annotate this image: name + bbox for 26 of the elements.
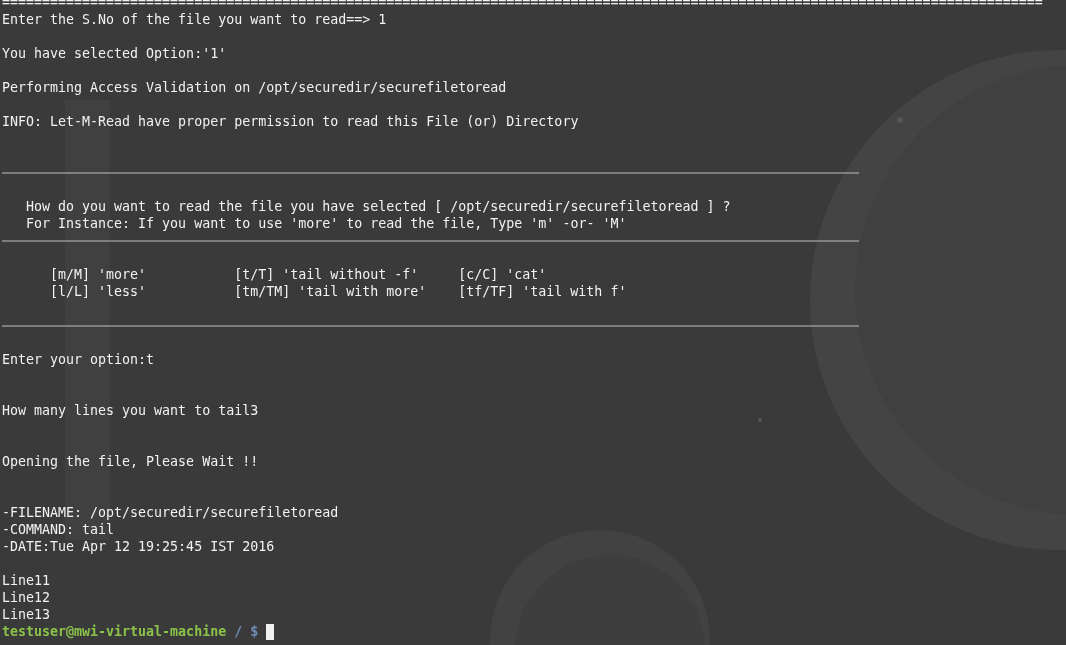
prompt-symbol: $ xyxy=(250,623,259,640)
terminal-line: Opening the file, Please Wait !! xyxy=(2,453,259,470)
option-text: [l/L] 'less' xyxy=(50,284,147,299)
terminal-line: -DATE:Tue Apr 12 19:25:45 IST 2016 xyxy=(2,538,275,555)
terminal-line: Line13 xyxy=(2,606,51,623)
terminal-line: How many lines you want to tail3 xyxy=(2,402,259,419)
option-text: [tm/TM] 'tail with more' xyxy=(234,284,427,299)
option-text: [tf/TF] 'tail with f' xyxy=(458,284,627,299)
terminal-line: How do you want to read the file you have selected [ /opt/securedir/securefiletoread ] ? xyxy=(26,198,731,215)
terminal-line: For Instance: If you want to use 'more' to read the file, Type 'm' -or- 'M' xyxy=(26,215,627,232)
terminal-line: ================================================================================================================================== xyxy=(2,0,1043,11)
prompt-path: / xyxy=(234,623,243,640)
terminal-line: Enter the S.No of the file you want to read==> 1 xyxy=(2,11,387,28)
terminal-line: -COMMAND: tail xyxy=(2,521,115,538)
option-text: [c/C] 'cat' xyxy=(458,267,547,282)
terminal-line: -FILENAME: /opt/securedir/securefiletoread xyxy=(2,504,339,521)
terminal-line: Performing Access Validation on /opt/securedir/securefiletoread xyxy=(2,79,507,96)
terminal-line: Line12 xyxy=(2,589,51,606)
option-text: [m/M] 'more' xyxy=(50,267,147,282)
terminal-line: INFO: Let-M-Read have proper permission to read this File (or) Directory xyxy=(2,113,579,130)
terminal-line: Enter your option:t xyxy=(2,351,155,368)
prompt-user-host: testuser@mwi-virtual-machine xyxy=(2,623,227,640)
cursor-icon xyxy=(266,623,275,640)
option-text: [t/T] 'tail without -f' xyxy=(234,267,419,282)
terminal-line: You have selected Option:'1' xyxy=(2,45,227,62)
terminal-line: Line11 xyxy=(2,572,51,589)
